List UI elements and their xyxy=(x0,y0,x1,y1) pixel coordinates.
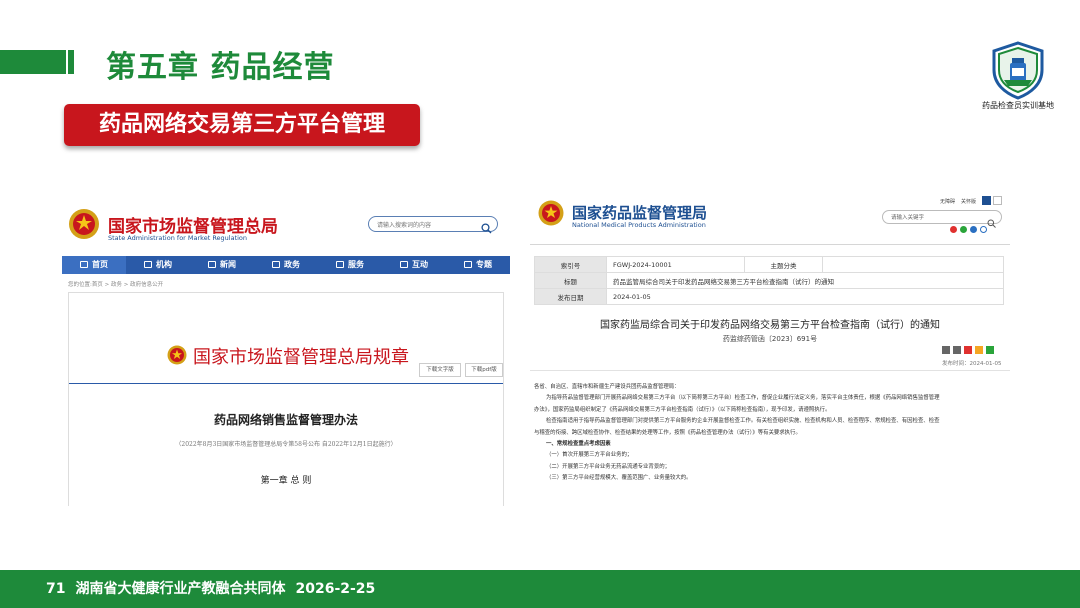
document-meta-table: 索引号 FGWJ-2024-10001 主题分类 标题 药品监管局综合司关于印发… xyxy=(534,256,1004,305)
document-chapter: 第一章 总 则 xyxy=(260,476,312,486)
social-links xyxy=(950,226,987,233)
meta-index-label: 索引号 xyxy=(534,256,607,273)
body-line: （一）首次开展第三方平台业务的； xyxy=(546,452,633,459)
samr-search-placeholder: 请输入搜索词的内容 xyxy=(377,222,432,229)
meta-date-label: 发布日期 xyxy=(534,288,607,305)
body-section-heading: 一、常规检查重点考虑因素 xyxy=(546,441,611,448)
logo-caption: 药品检查员实训基地 xyxy=(982,101,1054,110)
shield-logo-icon xyxy=(984,40,1052,100)
nmpa-page-screenshot: 国家药品监督管理局 National Medical Products Admi… xyxy=(530,192,1010,492)
footer-date: 2026-2-25 xyxy=(295,581,376,597)
article-divider xyxy=(530,370,1010,371)
meta-topic-label: 主题分类 xyxy=(744,256,823,273)
body-line: 各省、自治区、直辖市和新疆生产建设兵团药品监督管理局： xyxy=(534,384,680,390)
meta-date-value: 2024-01-05 xyxy=(606,288,1004,305)
header-divider xyxy=(530,244,1010,245)
nmpa-search-input[interactable]: 请输入关键字 xyxy=(882,210,1002,228)
nav-item-home[interactable]: 首页 xyxy=(62,256,126,274)
wechat-share-icon[interactable] xyxy=(986,346,994,354)
gov-icon xyxy=(272,261,280,268)
print-icon[interactable] xyxy=(953,346,961,354)
meta-title-label: 标题 xyxy=(534,272,607,289)
national-emblem-small-icon xyxy=(167,345,187,365)
nav-item-interaction[interactable]: 互动 xyxy=(382,256,446,274)
slide-footer: 71 湖南省大健康行业产教融合共同体 2026-2-25 xyxy=(0,570,1080,608)
language-toggle-button[interactable] xyxy=(982,196,991,205)
nav-item-government-affairs[interactable]: 政务 xyxy=(254,256,318,274)
document-note: （2022年8月3日国家市场监督管理总局令第58号公布 自2022年12月1日起… xyxy=(175,441,397,448)
download-icon[interactable] xyxy=(942,346,950,354)
search-icon[interactable] xyxy=(481,219,492,234)
meta-title-value: 药品监管局综合司关于印发药品网络交易第三方平台检查指南（试行）的通知 xyxy=(606,272,1004,289)
notice-title: 国家药监局综合司关于印发药品网络交易第三方平台检查指南（试行）的通知 xyxy=(600,320,940,331)
body-line: 检查指南适用于指导药品监督管理部门对提供第三方平台服务的企业开展监督检查工作。有… xyxy=(546,418,940,425)
accessibility-link[interactable]: 无障碍 xyxy=(940,199,955,205)
header-accent-bar xyxy=(0,50,66,74)
meta-index-value: FGWJ-2024-10001 xyxy=(606,256,745,273)
weibo-icon[interactable] xyxy=(950,226,957,233)
search-icon[interactable] xyxy=(987,213,996,228)
care-mode-link[interactable]: 关怀版 xyxy=(961,199,976,205)
body-line: 为指导药品监督管理部门开展药品网络交易第三方平台（以下简称第三方平台）检查工作，… xyxy=(546,395,940,402)
heading-divider xyxy=(69,383,503,384)
weibo-share-icon[interactable] xyxy=(964,346,972,354)
building-icon xyxy=(144,261,152,268)
publish-time: 发布时间：2024-01-05 xyxy=(942,361,1002,367)
article-tools xyxy=(942,346,994,354)
national-emblem-icon xyxy=(68,208,100,240)
topic-icon xyxy=(464,261,472,268)
news-icon xyxy=(208,261,216,268)
samr-search-input[interactable]: 请输入搜索词的内容 xyxy=(368,216,498,234)
chat-icon xyxy=(400,261,408,268)
meta-topic-value xyxy=(822,256,1004,273)
notice-document-number: 药监综药管函〔2023〕691号 xyxy=(722,335,818,343)
body-line: 办法》，国家药监局组织制定了《药品网络交易第三方平台检查指南（试行）》（以下简称… xyxy=(534,406,831,413)
section-title: 药品网络交易第三方平台管理 xyxy=(64,104,420,146)
nav-item-news[interactable]: 新闻 xyxy=(190,256,254,274)
nmpa-site-name[interactable]: 国家药品监督管理局 xyxy=(572,202,707,223)
body-line: 与稽查的衔接、跨区域检查协作、检查结果的处理等工作，按照《药品检查管理办法（试行… xyxy=(534,429,801,436)
wechat-icon[interactable] xyxy=(960,226,967,233)
qzone-share-icon[interactable] xyxy=(975,346,983,354)
nav-item-services[interactable]: 服务 xyxy=(318,256,382,274)
nav-item-organization[interactable]: 机构 xyxy=(126,256,190,274)
nmpa-search-placeholder: 请输入关键字 xyxy=(891,215,925,221)
document-title: 药品网络销售监督管理办法 xyxy=(213,413,358,427)
page-number: 71 xyxy=(46,581,66,597)
nav-item-topics[interactable]: 专题 xyxy=(446,256,510,274)
regulation-heading: 国家市场监督管理总局规章 xyxy=(193,347,409,368)
app-icon[interactable] xyxy=(970,226,977,233)
breadcrumb[interactable]: 您的位置:首页 > 政务 > 政府信息公开 xyxy=(68,280,163,288)
header-accent-tick xyxy=(68,50,74,74)
service-icon xyxy=(336,261,344,268)
footer-organization: 湖南省大健康行业产教融合共同体 xyxy=(75,581,286,597)
home-icon xyxy=(80,261,88,268)
download-text-button[interactable]: 下载文字版 xyxy=(419,363,461,377)
notice-body: 各省、自治区、直辖市和新疆生产建设兵团药品监督管理局： 为指导药品监督管理部门开… xyxy=(534,382,1006,485)
download-pdf-button[interactable]: 下载pdf版 xyxy=(465,363,503,377)
national-emblem-icon xyxy=(538,200,564,226)
body-line: （二）开展第三方平台业务无药品流通专业背景的； xyxy=(546,463,670,470)
menu-toggle-button[interactable] xyxy=(993,196,1002,205)
chapter-title: 第五章 药品经营 xyxy=(106,50,335,85)
accessibility-links: 无障碍 关怀版 xyxy=(940,198,982,205)
samr-main-nav: 首页 机构 新闻 政务 服务 互动 专题 xyxy=(62,256,510,274)
samr-site-name-en: State Administration for Market Regulati… xyxy=(108,234,248,242)
regulation-card: 国家市场监督管理总局规章 下载文字版 下载pdf版 药品网络销售监督管理办法 （… xyxy=(68,292,504,506)
nmpa-site-name-en: National Medical Products Administration xyxy=(572,221,706,229)
body-line: （三）第三方平台经营规模大、覆盖范围广、业务量较大的。 xyxy=(546,475,692,482)
user-icon[interactable] xyxy=(980,226,987,233)
samr-page-screenshot: 国家市场监督管理总局 State Administration for Mark… xyxy=(62,196,514,506)
